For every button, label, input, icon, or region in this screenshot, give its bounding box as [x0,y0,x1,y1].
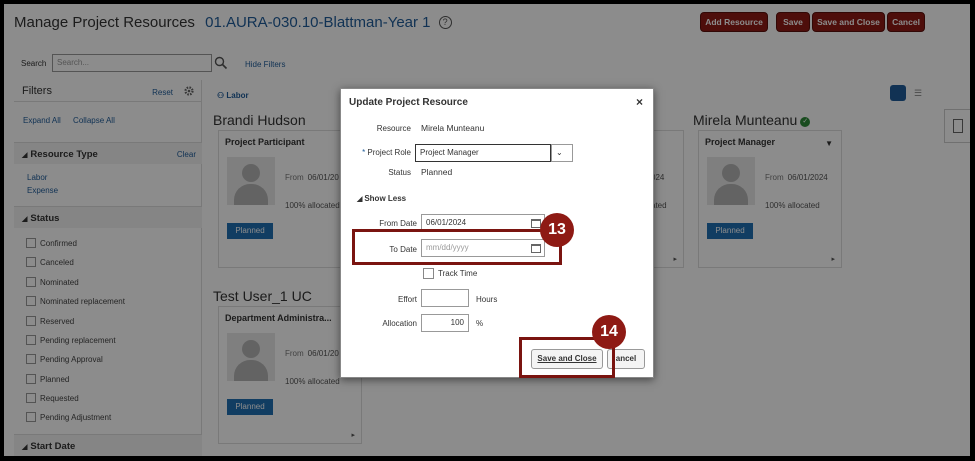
step-14-badge: 14 [592,315,626,349]
highlight-to-date [352,229,562,265]
status-label: Status [388,168,411,177]
track-time-checkbox[interactable] [423,268,434,279]
show-less-toggle[interactable]: ◢ Show Less [357,194,406,203]
app-frame: Manage Project Resources 01.AURA-030.10-… [4,4,970,456]
project-role-input[interactable]: Project Manager [415,144,551,162]
step-13-badge: 13 [540,213,574,247]
effort-label: Effort [398,295,417,304]
track-time-label: Track Time [438,269,478,278]
close-icon[interactable]: × [636,95,643,109]
allocation-unit: % [476,319,484,328]
from-date-label: From Date [379,219,417,228]
effort-unit: Hours [476,295,498,304]
status-value: Planned [421,167,453,177]
project-role-label: * Project Role [362,148,411,157]
dialog-title: Update Project Resource [349,97,468,108]
effort-input[interactable] [421,289,469,307]
resource-value: Mirela Munteanu [421,123,485,133]
allocation-label: Allocation [382,319,417,328]
resource-label: Resource [376,124,411,133]
chevron-down-icon[interactable]: ⌄ [551,144,573,162]
allocation-input[interactable]: 100 [421,314,469,332]
